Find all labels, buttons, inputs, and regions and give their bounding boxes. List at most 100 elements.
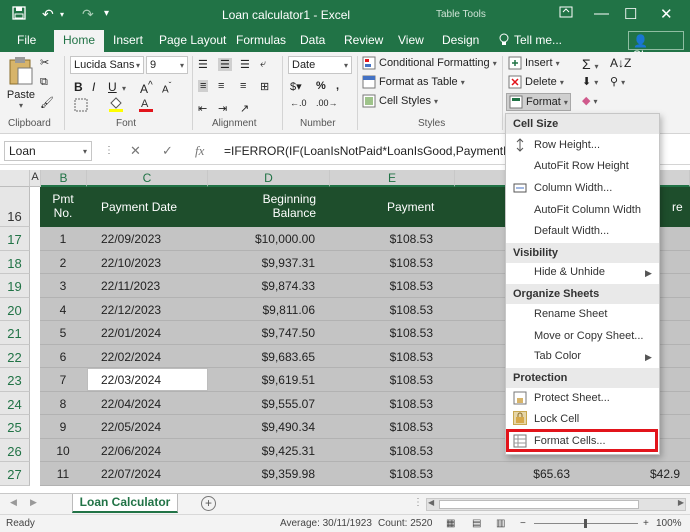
formula-bar-handle-icon[interactable]: ⋮ [104,145,114,156]
share-button[interactable]: 👤 Share [628,31,684,62]
bottom-align-icon[interactable]: ☰ [240,58,250,71]
tab-review[interactable]: Review [344,33,383,47]
number-format-select[interactable]: Date ▾ [288,56,352,74]
row-header[interactable]: 20 [0,297,30,321]
align-right-icon[interactable]: ≡ [240,80,246,92]
cell-payment[interactable]: $108.53 [358,326,433,340]
top-align-icon[interactable]: ☰ [198,58,208,71]
menu-tab-color[interactable]: Tab Color [534,350,581,362]
row-header[interactable]: 26 [0,438,30,462]
cell-beginning-balance[interactable]: $9,359.98 [215,467,315,481]
decrease-decimal-icon[interactable]: .00→ [316,98,338,108]
cell-payment-date[interactable]: 22/09/2023 [101,232,161,246]
column-header-e[interactable]: E [330,170,455,187]
cell-pmt-no[interactable]: 7 [40,373,86,387]
cell-pmt-no[interactable]: 8 [40,397,86,411]
menu-autofit-column-width[interactable]: AutoFit Column Width [534,204,641,216]
redo-icon[interactable]: ↷ [82,6,94,23]
cell-payment-date[interactable]: 22/11/2023 [101,279,160,293]
row-header[interactable]: 17 [0,227,30,251]
cell-pmt-no[interactable]: 3 [40,279,86,293]
fill-color-icon[interactable] [108,96,124,115]
cut-icon[interactable]: ✂ [40,56,49,69]
row-header[interactable]: 19 [0,274,30,298]
orientation-icon[interactable]: ↗ [240,102,249,115]
header-payment[interactable]: Payment [387,200,434,214]
tab-design[interactable]: Design [442,33,479,47]
cell-payment[interactable]: $108.53 [358,350,433,364]
add-sheet-icon[interactable]: + [201,496,216,511]
find-select-icon[interactable]: ⚲ ▾ [610,75,625,88]
row-header[interactable]: 27 [0,462,30,486]
customize-toolbar-icon[interactable]: ▾ [104,8,109,19]
save-icon[interactable] [12,6,26,23]
tab-data[interactable]: Data [300,33,325,47]
currency-icon[interactable]: $▾ [290,80,302,93]
cell-beginning-balance[interactable]: $9,811.06 [215,303,316,317]
increase-decimal-icon[interactable]: ←.0 [290,98,307,108]
row-header[interactable]: 23 [0,368,30,392]
menu-move-copy-sheet[interactable]: Move or Copy Sheet... [534,330,643,342]
row-header[interactable]: 18 [0,250,30,274]
cell-beginning-balance[interactable]: $9,490.34 [215,420,315,434]
formula-input[interactable]: =IFERROR(IF(LoanIsNotPaid*LoanIsGood,Pay… [224,144,518,158]
zoom-slider-thumb[interactable] [584,519,587,528]
menu-lock-cell[interactable]: Lock Cell [534,413,579,425]
header-partial-column[interactable]: re [672,200,683,214]
undo-icon[interactable]: ↶ [42,6,54,23]
tab-home[interactable]: Home [54,30,105,52]
wrap-text-icon[interactable]: ⤶ [260,58,266,71]
cell-payment[interactable]: $108.53 [358,256,433,270]
close-icon[interactable]: ✕ [660,5,673,23]
horizontal-scrollbar[interactable]: ◀ ▶ [426,498,686,511]
format-painter-icon[interactable]: 🖌 [40,96,54,109]
font-size-select[interactable]: 9 ▾ [146,56,188,74]
menu-autofit-row-height[interactable]: AutoFit Row Height [534,160,629,172]
cell-partial[interactable]: $42.9 [640,467,680,481]
cell-beginning-balance[interactable]: $9,555.07 [215,397,315,411]
normal-view-icon[interactable]: ▦ [446,518,455,529]
fill-icon[interactable]: ⬇ ▾ [582,75,598,88]
scroll-left-icon[interactable]: ◀ [428,498,434,507]
enter-entry-icon[interactable]: ✓ [162,143,173,159]
name-box[interactable]: Loan ▾ [4,141,92,161]
zoom-out-icon[interactable]: − [520,518,526,529]
header-payment-date[interactable]: Payment Date [101,200,177,214]
cell-pmt-no[interactable]: 10 [40,444,86,458]
cell-payment-date[interactable]: 22/05/2024 [101,420,161,434]
cell-payment-date[interactable]: 22/12/2023 [101,303,161,317]
cell-payment[interactable]: $108.53 [358,444,433,458]
delete-cells-button[interactable]: Delete ▾ [508,75,564,89]
zoom-level[interactable]: 100% [656,518,682,529]
underline-dropdown-icon[interactable]: ▾ [122,82,126,94]
cell-pmt-no[interactable]: 4 [40,303,86,317]
menu-rename-sheet[interactable]: Rename Sheet [534,308,607,320]
cell-payment[interactable]: $108.53 [358,279,433,293]
menu-row-height[interactable]: Row Height... [534,139,600,151]
increase-font-icon[interactable]: A^ [140,80,153,96]
cell-beginning-balance[interactable]: $9,683.65 [215,350,315,364]
font-name-select[interactable]: Lucida Sans ▾ [70,56,144,74]
active-cell[interactable]: 22/03/2024 [87,368,208,391]
insert-cells-button[interactable]: Insert ▾ [508,56,560,70]
cell-payment[interactable]: $108.53 [358,420,433,434]
cell-extra-payment[interactable]: $65.63 [530,467,570,481]
decrease-indent-icon[interactable]: ⇤ [198,102,207,115]
row-header[interactable]: 25 [0,415,30,439]
scroll-right-icon[interactable]: ▶ [678,498,684,507]
underline-icon[interactable]: U [108,80,117,94]
cell-payment-date[interactable]: 22/10/2023 [101,256,161,270]
tab-file[interactable]: File [17,33,36,47]
column-header-d[interactable]: D [208,170,330,187]
copy-icon[interactable]: ⧉ [40,76,48,89]
cell-beginning-balance[interactable]: $9,937.31 [215,256,315,270]
row-header[interactable]: 24 [0,391,30,415]
zoom-in-icon[interactable]: + [643,518,649,529]
cell-payment[interactable]: $108.53 [358,467,433,481]
cell-beginning-balance[interactable]: $9,425.31 [215,444,315,458]
cancel-entry-icon[interactable]: ✕ [130,143,141,159]
cell-payment[interactable]: $108.53 [358,232,433,246]
cell-beginning-balance[interactable]: $9,747.50 [215,326,315,340]
cell-payment[interactable]: $108.53 [358,397,433,411]
increase-indent-icon[interactable]: ⇥ [218,102,227,115]
